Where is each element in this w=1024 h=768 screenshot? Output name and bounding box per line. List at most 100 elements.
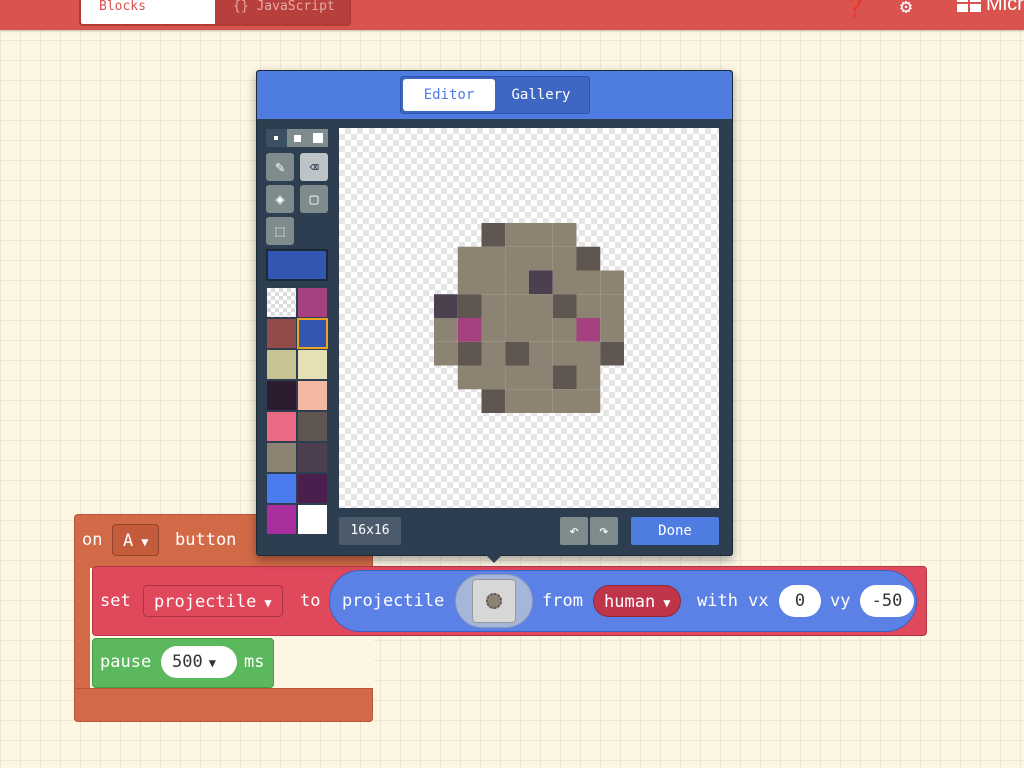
palette-swatch[interactable]	[266, 411, 297, 442]
sprite-pixel	[529, 294, 553, 318]
javascript-tab[interactable]: {} JavaScript	[215, 0, 349, 24]
vy-label: vy	[830, 591, 851, 611]
sprite-pixel	[552, 389, 577, 413]
undo-icon[interactable]: ↶	[560, 517, 588, 545]
palette-swatch[interactable]	[266, 504, 297, 535]
palette-swatch[interactable]	[297, 442, 328, 473]
sprite-editor-dialog: Editor Gallery ✎ ⌫ ◈ ▢ ⬚ 16x16 ↶ ↷ Done	[256, 70, 733, 556]
pause-duration-dropdown[interactable]: 500 ▼	[161, 646, 237, 678]
vy-input[interactable]: -50	[860, 585, 914, 617]
fill-bucket-icon[interactable]: ◈	[266, 185, 294, 213]
sprite-pixel	[505, 389, 529, 413]
palette-swatch[interactable]	[297, 349, 328, 380]
sprite-pixel	[529, 365, 553, 390]
sprite-pixel	[481, 365, 506, 390]
sprite-pixel	[552, 341, 577, 366]
sprite-pixel	[576, 389, 601, 413]
button-dropdown[interactable]: A ▼	[112, 524, 160, 556]
editor-tabs: Editor Gallery	[400, 76, 590, 114]
pencil-icon[interactable]: ✎	[266, 153, 294, 181]
chevron-down-icon: ▼	[141, 535, 149, 549]
sprite-pixel	[505, 223, 529, 247]
pause-duration-value: 500	[172, 652, 203, 672]
brush-size-large[interactable]	[307, 129, 329, 147]
sprite-pixel	[552, 223, 577, 247]
done-button[interactable]: Done	[631, 517, 719, 545]
canvas-size-button[interactable]: 16x16	[339, 517, 401, 545]
sprite-pixel	[481, 246, 506, 271]
sprite-pixel	[457, 341, 482, 366]
sprite-pixel	[529, 341, 553, 366]
palette-swatch[interactable]	[297, 504, 328, 535]
sprite-pixel	[552, 270, 577, 295]
sprite-pixel	[600, 294, 624, 318]
sprite-pixel	[434, 318, 458, 342]
help-icon[interactable]: ❓	[842, 0, 867, 18]
sprite-pixel	[457, 270, 482, 295]
palette-swatch[interactable]	[266, 380, 297, 411]
sprite-pixel	[481, 270, 506, 295]
sprite-pixel	[552, 294, 577, 318]
top-header: Blocks {} JavaScript ❓ ⚙ Micr	[0, 0, 1024, 30]
ms-label: ms	[244, 652, 265, 672]
sprite-pixel	[434, 294, 458, 318]
sprite-pixel	[529, 318, 553, 342]
palette-swatch[interactable]	[297, 287, 328, 318]
eraser-icon[interactable]: ⌫	[300, 153, 328, 181]
sprite-pixel	[529, 223, 553, 247]
sprite-pixel	[552, 318, 577, 342]
sprite-pixel	[529, 246, 553, 271]
current-color	[266, 249, 328, 281]
button-dropdown-value: A	[123, 531, 134, 551]
sprite-pixel	[529, 270, 553, 295]
blocks-tab[interactable]: Blocks	[81, 0, 215, 24]
rectangle-icon[interactable]: ▢	[300, 185, 328, 213]
sprite-pixel	[576, 341, 601, 366]
editor-mode-toggle: Blocks {} JavaScript	[79, 0, 351, 26]
tab-gallery[interactable]: Gallery	[495, 79, 587, 111]
sprite-pixel	[600, 341, 624, 366]
palette-swatch[interactable]	[266, 318, 297, 349]
palette-swatch[interactable]	[297, 380, 328, 411]
sprite-pixel	[576, 270, 601, 295]
palette-swatch[interactable]	[266, 473, 297, 504]
gear-icon[interactable]: ⚙	[900, 0, 912, 18]
variable-dropdown[interactable]: projectile ▼	[143, 585, 283, 617]
sprite-pixel	[576, 318, 601, 342]
palette-swatch[interactable]	[266, 349, 297, 380]
palette-swatch[interactable]	[297, 411, 328, 442]
sprite-pixel	[457, 294, 482, 318]
chevron-down-icon: ▼	[208, 656, 216, 670]
projectile-label: projectile	[342, 591, 445, 611]
event-block-footer	[74, 688, 373, 722]
sprite-canvas[interactable]	[339, 128, 719, 508]
sprite-pixel	[481, 294, 506, 318]
sprite-pixel	[529, 389, 553, 413]
vx-input[interactable]: 0	[779, 585, 821, 617]
brush-size-small[interactable]	[266, 129, 287, 147]
sprite-pixel	[505, 294, 529, 318]
to-label: to	[300, 591, 321, 611]
sprite-pixel	[505, 270, 529, 295]
palette-swatch[interactable]	[297, 318, 328, 349]
button-label: button	[175, 530, 237, 550]
sprite-pixel	[457, 318, 482, 342]
on-label: on	[82, 530, 103, 550]
palette-swatch[interactable]	[266, 442, 297, 473]
sprite-pixel	[576, 365, 601, 390]
tab-editor[interactable]: Editor	[403, 79, 495, 111]
redo-icon[interactable]: ↷	[590, 517, 618, 545]
kind-dropdown[interactable]: human ▼	[593, 585, 682, 617]
sprite-pixel	[600, 318, 624, 342]
palette-swatch[interactable]	[297, 473, 328, 504]
sprite-thumbnail[interactable]	[472, 579, 516, 623]
sprite-pixel	[505, 365, 529, 390]
brush-size-medium[interactable]	[286, 129, 308, 147]
marquee-select-icon[interactable]: ⬚	[266, 217, 294, 245]
palette-swatch[interactable]	[266, 287, 297, 318]
sprite-pixel	[552, 365, 577, 390]
sprite-pixel	[481, 389, 506, 413]
from-label: from	[542, 591, 583, 611]
sprite-pixel	[576, 294, 601, 318]
brand-text: Micr	[986, 0, 1024, 15]
